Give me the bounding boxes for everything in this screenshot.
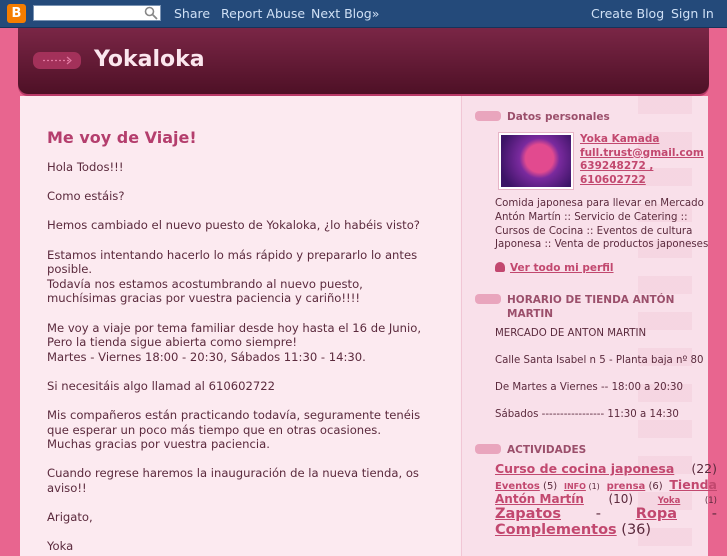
post-body: Hola Todos!!! Como estáis? Hemos cambiad… <box>47 160 447 554</box>
profile-phone-link[interactable]: 610602722 <box>580 174 708 188</box>
post-paragraph: Hemos cambiado el nuevo puesto de Yokalo… <box>47 218 420 233</box>
avatar[interactable] <box>498 132 574 190</box>
label-count: (36) <box>621 522 652 538</box>
label-count: (1) <box>588 482 600 491</box>
label-link[interactable]: Zapatos <box>495 506 561 522</box>
post-title: Me voy de Viaje! <box>47 128 197 147</box>
label-link[interactable]: Antón Martín <box>495 492 584 506</box>
label-link[interactable]: Yoka <box>658 496 681 506</box>
label-count: (6) <box>648 481 663 492</box>
label-link[interactable]: INFO <box>564 482 586 491</box>
post-paragraph: Yoka <box>47 539 74 554</box>
sign-in-link[interactable]: Sign In <box>671 6 714 21</box>
hours-line: Sábados ----------------- 11:30 a 14:30 <box>495 409 679 420</box>
profile-heading: Datos personales <box>475 110 685 124</box>
section-arrow-icon <box>475 444 501 454</box>
blogger-navbar: B Share Report Abuse Next Blog» Create B… <box>0 0 727 28</box>
label-link[interactable]: Ropa <box>636 506 677 522</box>
label-count: (1) <box>704 496 717 506</box>
label-link[interactable]: Complementos <box>495 522 617 538</box>
hours-line: De Martes a Viernes -- 18:00 a 20:30 <box>495 382 684 393</box>
hours-heading: HORARIO DE TIENDA ANTÓN MARTIN <box>475 293 685 321</box>
hours-line: Calle Santa Isabel n 5 - Planta baja nº … <box>495 355 704 366</box>
section-arrow-icon <box>475 294 501 304</box>
sidebar: Datos personales Yoka Kamada full.trust@… <box>461 96 717 556</box>
post-paragraph: Estamos intentando hacerlo lo más rápido… <box>47 247 418 306</box>
content-area: Me voy de Viaje! Hola Todos!!! Como está… <box>20 96 717 556</box>
next-blog-link[interactable]: Next Blog» <box>311 6 379 21</box>
post-paragraph: Como estáis? <box>47 189 125 204</box>
hours-list: MERCADO DE ANTON MARTIN Calle Santa Isab… <box>495 328 725 436</box>
report-abuse-link[interactable]: Report Abuse <box>221 6 305 21</box>
create-blog-link[interactable]: Create Blog <box>591 6 664 21</box>
activities-heading: ACTIVIDADES <box>475 443 685 457</box>
main-column: Me voy de Viaje! Hola Todos!!! Como está… <box>20 96 460 556</box>
profile-name-link[interactable]: Yoka Kamada <box>580 133 708 147</box>
label-count: (10) <box>608 492 634 506</box>
profile-description: Comida japonesa para llevar en Mercado A… <box>495 198 709 251</box>
search-icon[interactable] <box>144 6 158 20</box>
view-profile-link[interactable]: Ver todo mi perfil <box>495 262 614 274</box>
person-icon <box>495 262 505 272</box>
label-count: (22) <box>691 461 717 476</box>
profile-contact: Yoka Kamada full.trust@gmail.com 6392482… <box>580 133 708 187</box>
label-link[interactable]: prensa <box>607 481 646 492</box>
post-paragraph: Cuando regrese haremos la inauguración d… <box>47 466 419 496</box>
label-link[interactable]: Curso de cocina japonesa <box>495 461 674 476</box>
blogger-logo-icon[interactable]: B <box>7 4 26 23</box>
post-paragraph: Me voy a viaje por tema familiar desde h… <box>47 320 422 364</box>
post-paragraph: Si necesitáis algo llamad al 610602722 <box>47 378 275 393</box>
post-paragraph: Arigato, <box>47 510 93 525</box>
header-arrow-icon <box>33 52 81 69</box>
blog-title[interactable]: Yokaloka <box>94 47 205 72</box>
search-input[interactable] <box>33 5 161 21</box>
post-paragraph: Hola Todos!!! <box>47 160 124 174</box>
profile-email-link[interactable]: full.trust@gmail.com <box>580 147 708 161</box>
section-arrow-icon <box>475 111 501 121</box>
share-link[interactable]: Share <box>174 6 210 21</box>
post-paragraph: Mis compañeros están practicando todavía… <box>47 408 421 452</box>
label-cloud: Curso de cocina japonesa (22) Eventos (5… <box>495 461 717 538</box>
label-link[interactable]: Tienda <box>669 477 717 492</box>
profile-phone-link[interactable]: 639248272 , <box>580 160 708 174</box>
label-count: (5) <box>543 481 558 492</box>
label-link[interactable]: Eventos <box>495 481 540 492</box>
hours-line: MERCADO DE ANTON MARTIN <box>495 328 647 339</box>
blog-header: Yokaloka <box>18 28 709 94</box>
